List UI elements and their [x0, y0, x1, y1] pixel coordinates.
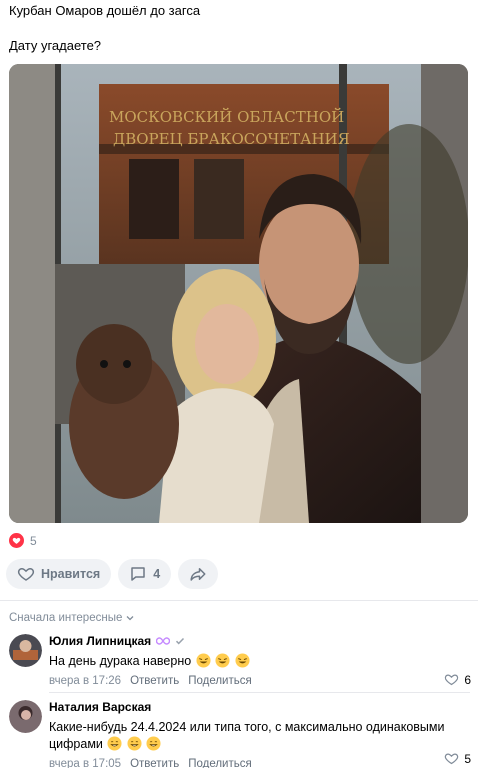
- comment-icon: [131, 567, 145, 581]
- reactions-summary[interactable]: 5: [9, 533, 37, 548]
- comment-text-content: На день дурака наверно: [49, 654, 192, 668]
- heart-outline-icon: [445, 753, 459, 765]
- grin-emoji-icon: [127, 736, 142, 751]
- comments-button[interactable]: 4: [118, 559, 172, 589]
- sign-line1: МОСКОВСКИЙ ОБЛАСТНОЙ: [109, 107, 344, 126]
- chevron-down-icon: [126, 616, 134, 621]
- avatar[interactable]: [9, 700, 42, 733]
- divider: [0, 600, 478, 601]
- comment-author[interactable]: Наталия Варская: [49, 700, 151, 714]
- post-text-line1: Курбан Омаров дошёл до загса: [9, 3, 201, 18]
- heart-outline-icon: [445, 674, 459, 686]
- like-button-label: Нравится: [41, 567, 101, 581]
- comment-like-count: 6: [464, 672, 471, 687]
- infinity-badge-icon: [156, 637, 171, 645]
- post-photo[interactable]: МОСКОВСКИЙ ОБЛАСТНОЙ ДВОРЕЦ БРАКОСОЧЕТАН…: [9, 64, 468, 523]
- comment-text-line1: Какие-нибудь 24.4.2024 или типа того, с …: [49, 720, 445, 734]
- comment-time[interactable]: вчера в 17:26: [49, 675, 121, 687]
- comment-like-count: 5: [464, 751, 471, 766]
- reply-link[interactable]: Ответить: [130, 675, 179, 687]
- reactions-count: 5: [30, 533, 37, 548]
- share-link[interactable]: Поделиться: [188, 758, 252, 768]
- post-actions: Нравится 4: [6, 559, 219, 589]
- like-button[interactable]: Нравится: [6, 559, 112, 589]
- comments-sort-dropdown[interactable]: Сначала интересные: [9, 612, 135, 624]
- comments-count: 4: [153, 567, 161, 581]
- sign-line2: ДВОРЕЦ БРАКОСОЧЕТАНИЯ: [113, 130, 350, 148]
- divider: [49, 692, 470, 693]
- avatar[interactable]: [9, 634, 42, 667]
- rofl-emoji-icon: [196, 653, 211, 668]
- comment-item: Наталия Варская Какие-нибудь 24.4.2024 и…: [9, 700, 471, 768]
- grin-emoji-icon: [146, 736, 161, 751]
- rofl-emoji-icon: [215, 653, 230, 668]
- heart-outline-icon: [17, 567, 35, 581]
- couple-selfie-image: МОСКОВСКИЙ ОБЛАСТНОЙ ДВОРЕЦ БРАКОСОЧЕТАН…: [9, 64, 468, 523]
- comment-text: Какие-нибудь 24.4.2024 или типа того, с …: [49, 719, 471, 753]
- comment-like-button[interactable]: 5: [444, 751, 471, 766]
- comment-author[interactable]: Юлия Липницкая: [49, 634, 151, 648]
- rofl-emoji-icon: [235, 653, 250, 668]
- heart-reaction-icon: [9, 533, 24, 548]
- grin-emoji-icon: [107, 736, 122, 751]
- comment-text: На день дурака наверно: [49, 653, 471, 670]
- verified-check-icon: [176, 637, 185, 645]
- comment-like-button[interactable]: 6: [444, 672, 471, 687]
- post-text-line2: Дату угадаете?: [9, 38, 102, 53]
- share-button[interactable]: [178, 559, 219, 589]
- share-icon: [190, 568, 206, 581]
- comment-item: Юлия Липницкая На день дурака наверно вч…: [9, 634, 471, 690]
- share-link[interactable]: Поделиться: [188, 675, 252, 687]
- comments-sort-label: Сначала интересные: [9, 612, 123, 624]
- comment-text-line2: цифрами: [49, 737, 103, 751]
- comment-time[interactable]: вчера в 17:05: [49, 758, 121, 768]
- reply-link[interactable]: Ответить: [130, 758, 179, 768]
